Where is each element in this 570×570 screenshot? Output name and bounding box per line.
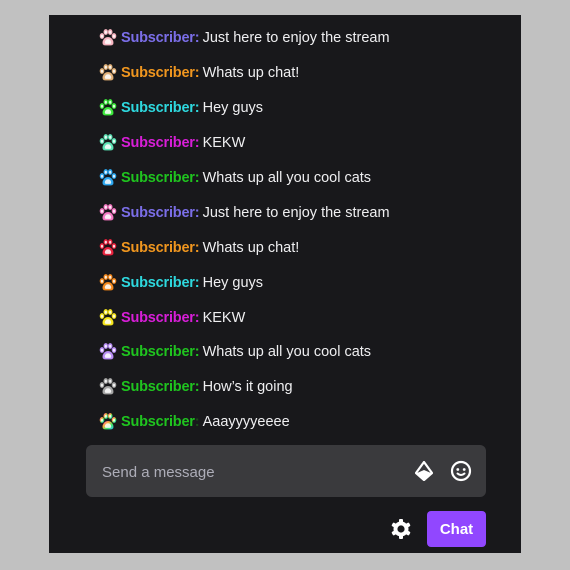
chat-message: Subscriber: KEKW xyxy=(97,300,517,335)
chat-username-separator: : xyxy=(194,135,200,152)
chat-username-separator: : xyxy=(194,204,200,221)
bits-button[interactable] xyxy=(412,459,436,483)
chat-username-separator: : xyxy=(194,344,200,361)
chat-username[interactable]: Subscriber xyxy=(121,414,195,430)
chat-message-text: Hey guys xyxy=(202,274,264,291)
chat-settings-button[interactable] xyxy=(389,517,413,541)
chat-username-separator: : xyxy=(194,65,200,82)
chat-message: Subscriber: KEKW xyxy=(97,126,517,161)
chat-message-text: Whats up all you cool cats xyxy=(202,170,372,186)
chat-message-text: KEKW xyxy=(202,309,246,326)
chat-username[interactable]: Subscriber xyxy=(121,65,195,81)
chat-username-separator: : xyxy=(194,414,200,431)
paw-badge-icon[interactable] xyxy=(97,97,119,119)
chat-message-text: Hey guys xyxy=(202,100,264,117)
paw-badge-icon[interactable] xyxy=(97,376,119,398)
chat-message-text: Just here to enjoy the stream xyxy=(202,30,390,47)
chat-username-separator: : xyxy=(194,274,200,291)
chat-username[interactable]: Subscriber xyxy=(121,205,195,221)
chat-message: Subscriber: Hey guys xyxy=(97,265,517,300)
chat-message-text: Just here to enjoy the stream xyxy=(202,204,390,221)
chat-username-separator: : xyxy=(194,239,200,256)
chat-message-list[interactable]: Subscriber: Just here to enjoy the stream… xyxy=(97,21,517,440)
paw-badge-icon[interactable] xyxy=(97,307,119,329)
paw-badge-icon[interactable] xyxy=(97,341,119,363)
chat-message-text: How’s it going xyxy=(202,379,293,396)
paw-badge-icon[interactable] xyxy=(97,132,119,154)
paw-badge-icon[interactable] xyxy=(97,237,119,259)
chat-message-text: Whats up chat! xyxy=(202,239,300,256)
chat-message-input[interactable] xyxy=(100,445,394,499)
chat-message-text: Whats up all you cool cats xyxy=(202,344,372,361)
chat-panel: Subscriber: Just here to enjoy the stream… xyxy=(49,15,521,553)
chat-message: Subscriber: Aaayyyyeeee xyxy=(97,405,517,440)
paw-badge-icon[interactable] xyxy=(97,27,119,49)
chat-username-separator: : xyxy=(194,309,200,326)
bits-icon xyxy=(415,461,433,481)
paw-badge-icon[interactable] xyxy=(97,167,119,189)
chat-username[interactable]: Subscriber xyxy=(121,30,195,46)
chat-username[interactable]: Subscriber xyxy=(121,170,195,186)
chat-message-text: Aaayyyyeeee xyxy=(202,414,290,431)
chat-message: Subscriber: Whats up all you cool cats xyxy=(97,161,517,196)
chat-message: Subscriber: Just here to enjoy the stream xyxy=(97,21,517,56)
send-chat-button[interactable]: Chat xyxy=(427,511,486,547)
chat-username[interactable]: Subscriber xyxy=(121,100,195,116)
emote-picker-button[interactable] xyxy=(449,459,473,483)
chat-username-separator: : xyxy=(194,379,200,396)
chat-username[interactable]: Subscriber xyxy=(121,240,195,256)
paw-badge-icon[interactable] xyxy=(97,62,119,84)
chat-message: Subscriber: Hey guys xyxy=(97,91,517,126)
chat-username-separator: : xyxy=(194,100,200,117)
paw-badge-icon[interactable] xyxy=(97,272,119,294)
chat-username[interactable]: Subscriber xyxy=(121,379,195,395)
chat-username[interactable]: Subscriber xyxy=(121,275,195,291)
chat-message: Subscriber: Whats up chat! xyxy=(97,56,517,91)
paw-badge-icon[interactable] xyxy=(97,411,119,433)
chat-message-text: Whats up chat! xyxy=(202,65,300,82)
chat-username[interactable]: Subscriber xyxy=(121,135,195,151)
gear-icon xyxy=(391,519,411,539)
emote-picker-icon xyxy=(450,460,472,482)
chat-message: Subscriber: How’s it going xyxy=(97,370,517,405)
chat-username-separator: : xyxy=(194,30,200,47)
chat-message: Subscriber: Whats up all you cool cats xyxy=(97,335,517,370)
chat-message: Subscriber: Just here to enjoy the stream xyxy=(97,195,517,230)
chat-message: Subscriber: Whats up chat! xyxy=(97,230,517,265)
chat-username[interactable]: Subscriber xyxy=(121,310,195,326)
chat-username-separator: : xyxy=(194,170,200,186)
chat-message-text: KEKW xyxy=(202,135,246,152)
paw-badge-icon[interactable] xyxy=(97,202,119,224)
chat-input-box[interactable] xyxy=(86,445,486,499)
chat-username[interactable]: Subscriber xyxy=(121,344,195,360)
